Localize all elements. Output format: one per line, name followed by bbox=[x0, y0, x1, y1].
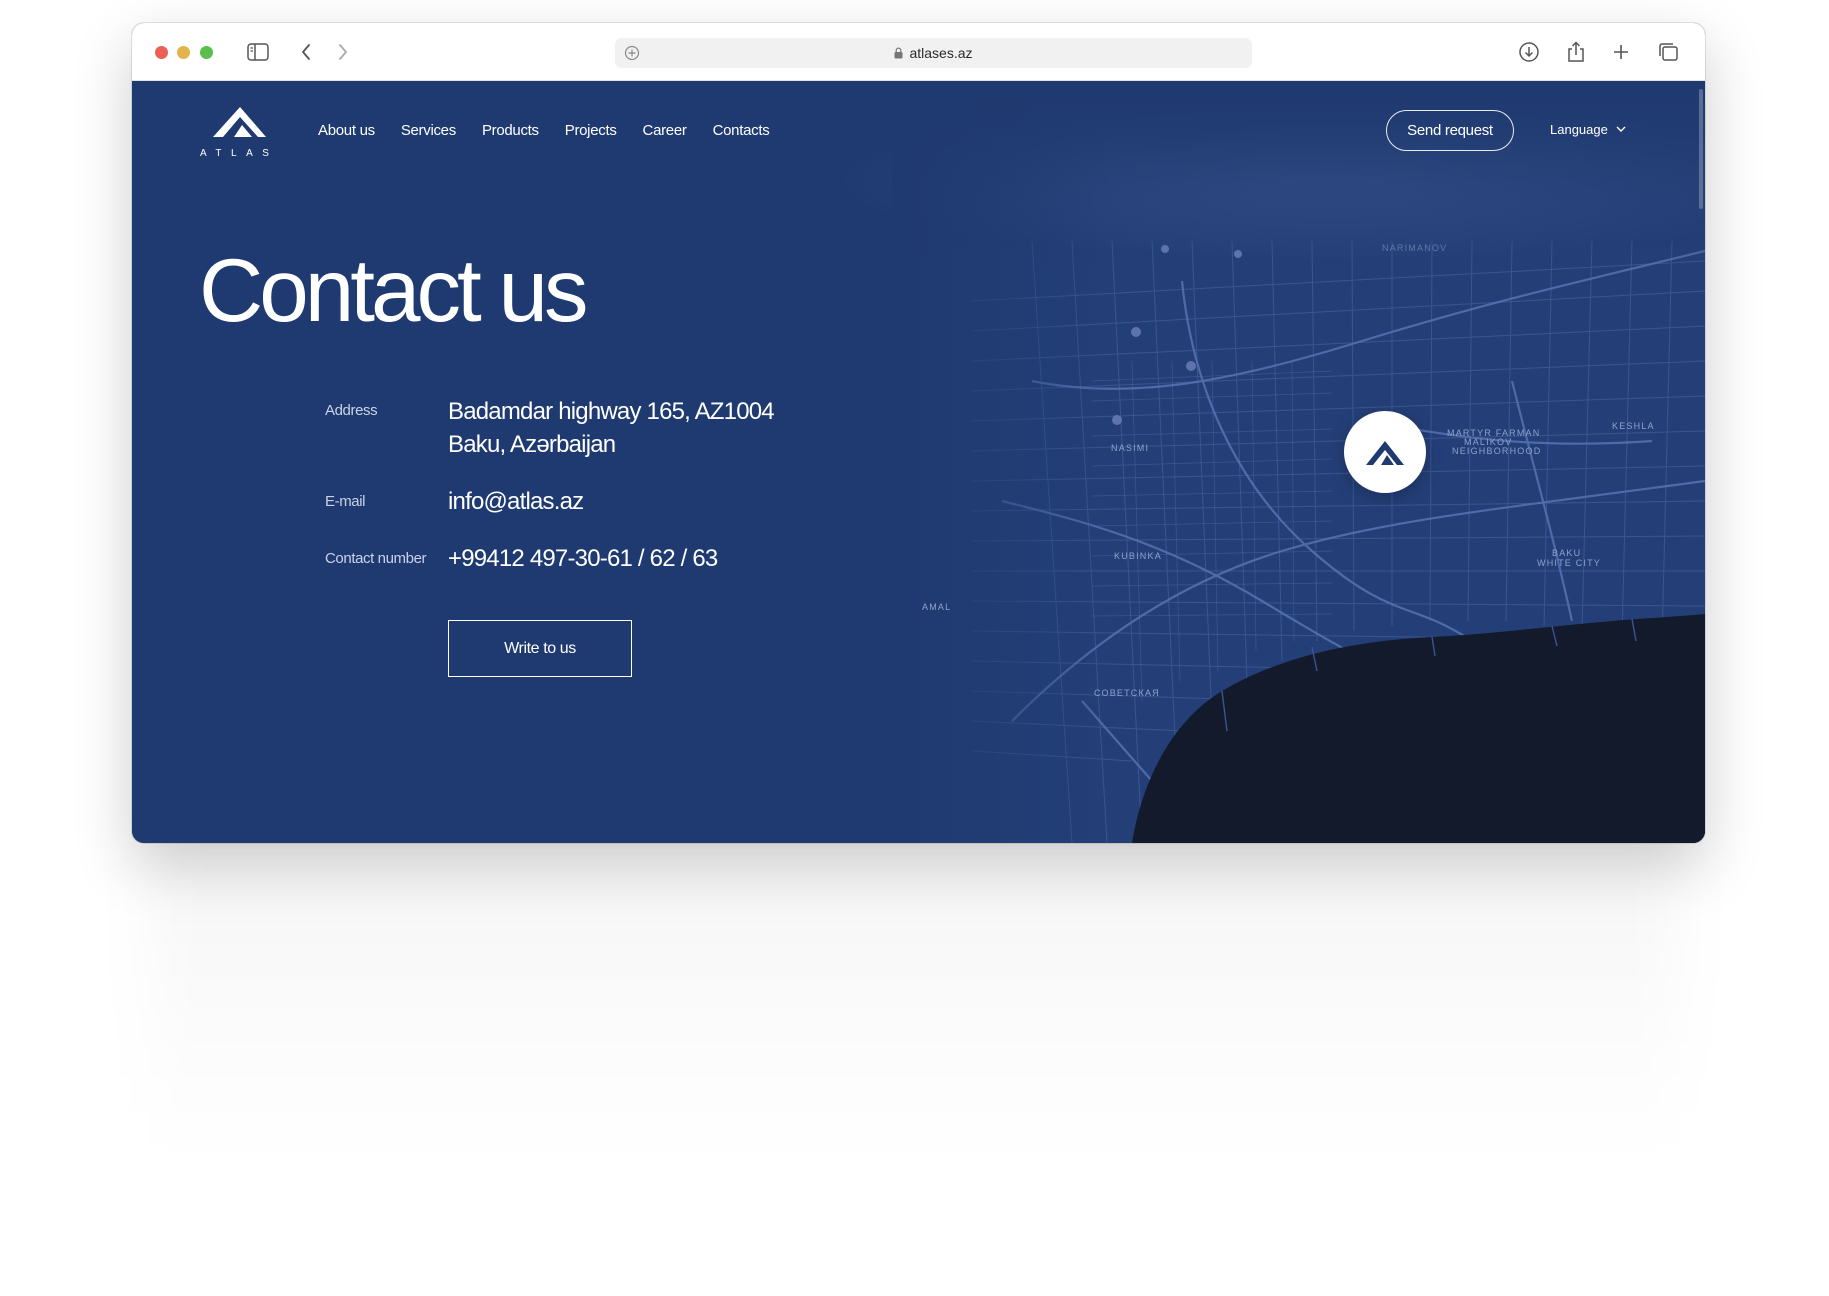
url-text: atlases.az bbox=[909, 45, 973, 61]
minimize-window-button[interactable] bbox=[177, 46, 190, 59]
map-label-narimanov: NARIMANOV bbox=[1382, 243, 1447, 253]
atlas-marker-icon bbox=[1366, 441, 1404, 465]
city-map[interactable]: NASIMI KUBINKA СОВЕТСКАЯ MARTYR FARMAN M… bbox=[132, 81, 1705, 843]
page-title: Contact us bbox=[199, 240, 588, 340]
downloads-icon[interactable] bbox=[1515, 38, 1543, 66]
nav-products[interactable]: Products bbox=[482, 122, 539, 139]
browser-toolbar: atlases.az bbox=[132, 23, 1705, 81]
map-label-sovetskaya: СОВЕТСКАЯ bbox=[1094, 688, 1160, 698]
address-bar[interactable]: atlases.az bbox=[615, 38, 1252, 68]
nav-contacts[interactable]: Contacts bbox=[713, 122, 770, 139]
new-tab-icon[interactable] bbox=[1607, 38, 1635, 66]
back-icon[interactable] bbox=[292, 38, 320, 66]
share-icon[interactable] bbox=[1562, 38, 1590, 66]
nav-projects[interactable]: Projects bbox=[565, 122, 617, 139]
phone-label: Contact number bbox=[325, 550, 427, 567]
main-nav: About us Services Products Projects Care… bbox=[318, 122, 795, 139]
map-label-baku-white-1: BAKU bbox=[1552, 548, 1581, 558]
page-scrollbar[interactable] bbox=[1699, 89, 1703, 209]
tab-overview-icon[interactable] bbox=[1654, 38, 1682, 66]
privacy-report-icon[interactable] bbox=[624, 45, 640, 61]
address-line-2: Baku, Azərbaijan bbox=[448, 431, 616, 458]
language-selector[interactable]: Language bbox=[1550, 122, 1626, 137]
location-marker[interactable] bbox=[1344, 411, 1426, 493]
map-label-nasimi: NASIMI bbox=[1111, 443, 1149, 453]
chevron-down-icon bbox=[1616, 126, 1626, 132]
map-label-amal: AMAL bbox=[922, 602, 951, 612]
map-label-kubinka: KUBINKA bbox=[1114, 551, 1162, 561]
nav-career[interactable]: Career bbox=[643, 122, 687, 139]
map-label-martyr-farman-3: NEIGHBORHOOD bbox=[1452, 446, 1541, 456]
logo-wordmark: ATLAS bbox=[200, 148, 279, 159]
phone-link[interactable]: +99412 497-30-61 / 62 / 63 bbox=[448, 542, 718, 575]
email-label: E-mail bbox=[325, 493, 366, 510]
nav-services[interactable]: Services bbox=[401, 122, 456, 139]
map-label-baku-white-2: WHITE CITY bbox=[1537, 558, 1601, 568]
lock-icon bbox=[894, 47, 903, 59]
map-label-keshla: KESHLA bbox=[1612, 421, 1655, 431]
address-label: Address bbox=[325, 402, 378, 419]
nav-about-us[interactable]: About us bbox=[318, 122, 375, 139]
window-reflection bbox=[150, 860, 1679, 1160]
browser-window: atlases.az NASIMI KUBINKA СОВЕТСКАЯ MART… bbox=[132, 23, 1705, 843]
screenshot-stage: atlases.az NASIMI KUBINKA СОВЕТСКАЯ MART… bbox=[0, 0, 1829, 1296]
forward-icon[interactable] bbox=[329, 38, 357, 66]
write-to-us-button[interactable]: Write to us bbox=[448, 620, 632, 677]
email-link[interactable]: info@atlas.az bbox=[448, 485, 584, 518]
close-window-button[interactable] bbox=[155, 46, 168, 59]
send-request-button[interactable]: Send request bbox=[1386, 110, 1514, 151]
sidebar-toggle-icon[interactable] bbox=[244, 38, 272, 66]
address-line-1: Badamdar highway 165, AZ1004 bbox=[448, 398, 775, 425]
language-label: Language bbox=[1550, 122, 1608, 137]
web-page: NASIMI KUBINKA СОВЕТСКАЯ MARTYR FARMAN M… bbox=[132, 81, 1705, 843]
zoom-window-button[interactable] bbox=[200, 46, 213, 59]
